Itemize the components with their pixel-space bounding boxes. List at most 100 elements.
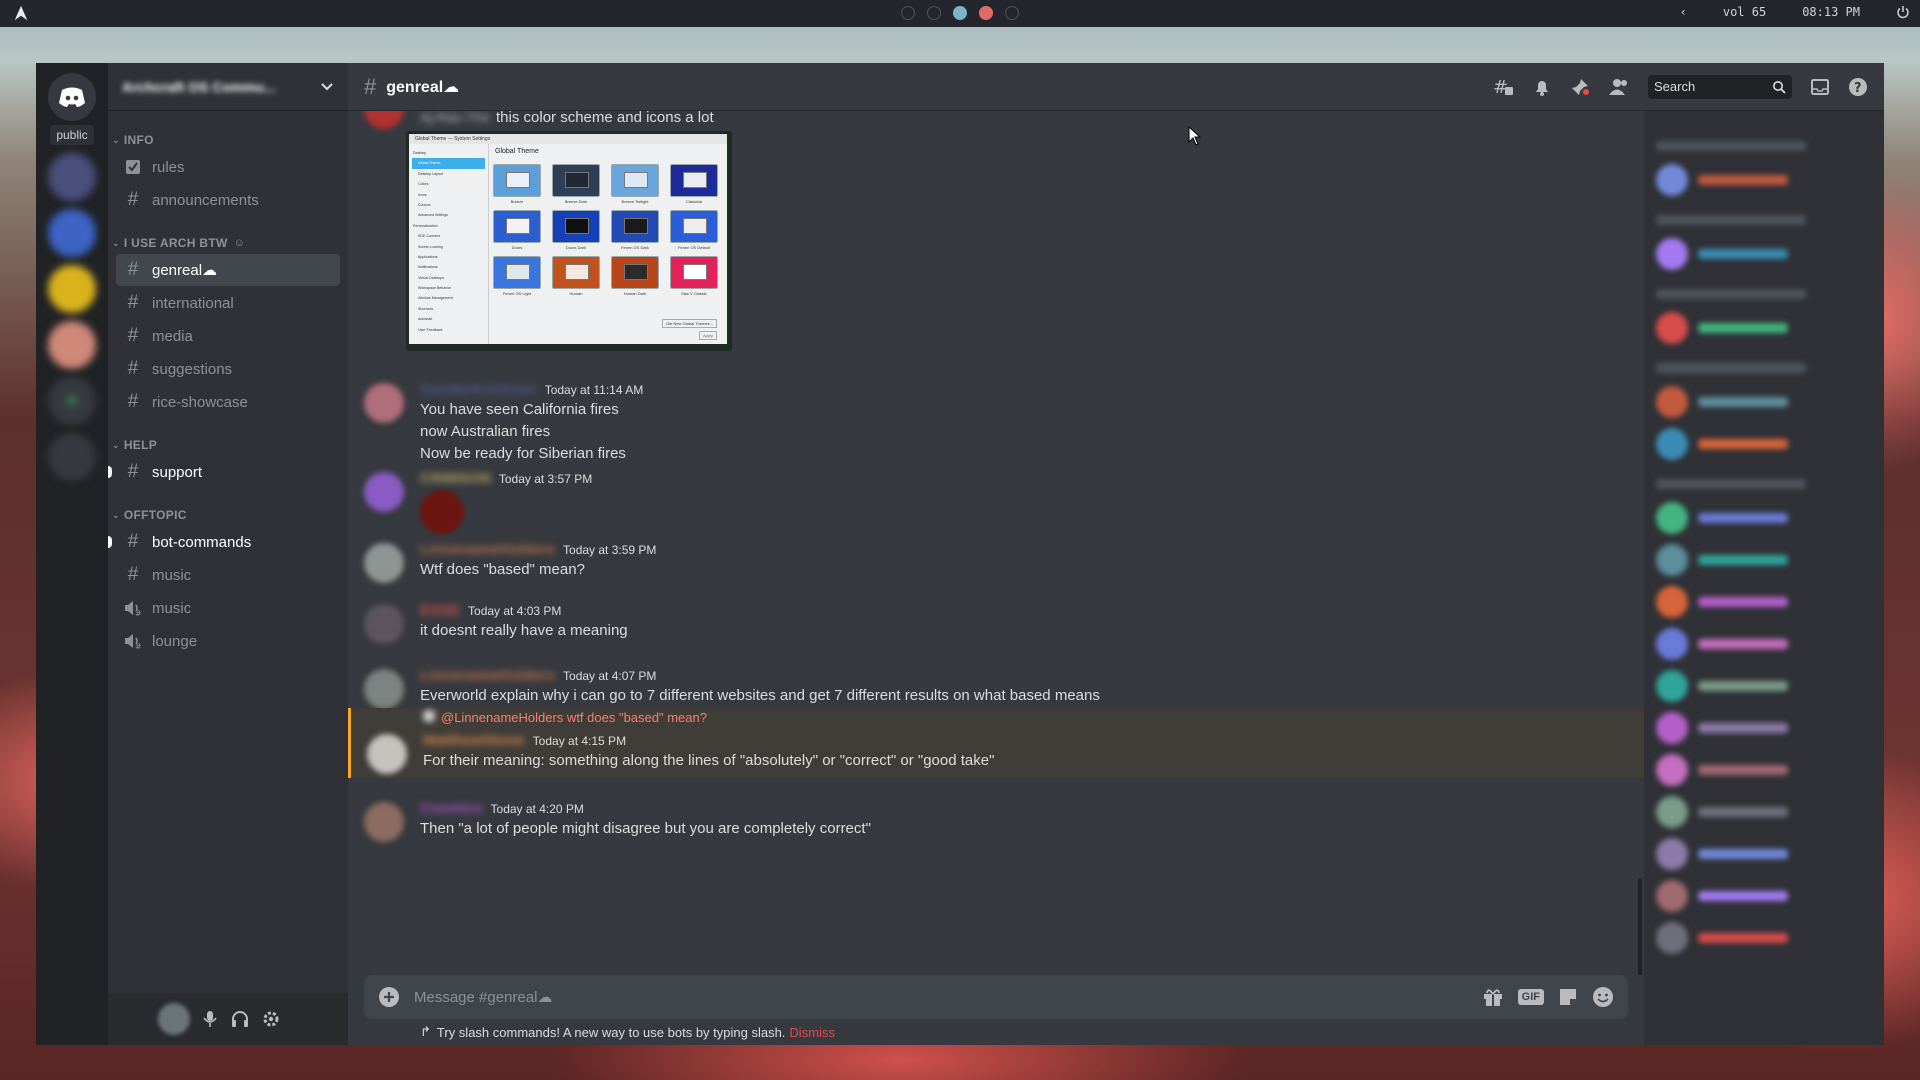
- member-item[interactable]: [1656, 497, 1872, 539]
- avatar[interactable]: [367, 734, 407, 774]
- threads-icon[interactable]: #: [1492, 77, 1514, 97]
- inbox-icon[interactable]: [1810, 78, 1830, 96]
- notification-bell-icon[interactable]: [1532, 77, 1552, 97]
- workspace-5[interactable]: [1005, 6, 1019, 20]
- member-item[interactable]: [1656, 707, 1872, 749]
- channel-item-lounge[interactable]: # lounge: [116, 625, 340, 657]
- channel-category-info[interactable]: ⌄ INFO: [108, 133, 348, 147]
- channel-item-rules[interactable]: rules: [116, 151, 340, 183]
- scrollbar[interactable]: [1638, 878, 1642, 975]
- avatar[interactable]: [364, 111, 404, 129]
- message-author[interactable]: Aj-Rac-Thx: [420, 111, 490, 125]
- avatar[interactable]: [364, 543, 404, 583]
- member-list-icon[interactable]: [1608, 78, 1630, 96]
- message-author[interactable]: ESSE: [420, 602, 460, 619]
- avatar[interactable]: [158, 1003, 190, 1035]
- avatar[interactable]: [364, 802, 404, 842]
- add-attachment-icon[interactable]: [378, 986, 400, 1008]
- member-item[interactable]: [1656, 423, 1872, 465]
- message-author[interactable]: MatthewStone: [423, 732, 525, 749]
- channel-category-i-use-arch-btw[interactable]: ⌄ I USE ARCH BTW ☺: [108, 236, 348, 250]
- help-icon[interactable]: ?: [1848, 77, 1868, 97]
- archcraft-logo-icon[interactable]: [12, 4, 30, 22]
- workspace-2[interactable]: [927, 6, 941, 20]
- add-server-icon[interactable]: +: [48, 377, 96, 425]
- message-author[interactable]: CRIMSON: [420, 470, 491, 487]
- member-item[interactable]: [1656, 833, 1872, 875]
- channel-item-genreal[interactable]: # genreal☁: [116, 254, 340, 286]
- member-item[interactable]: [1656, 233, 1872, 275]
- message-author[interactable]: LinnenameHolders: [420, 541, 555, 558]
- message-author[interactable]: LinnenameHolders: [420, 667, 555, 684]
- member-item[interactable]: [1656, 791, 1872, 833]
- preview-sidebar-item: Global Theme: [412, 158, 485, 169]
- workspace-3[interactable]: [953, 6, 967, 20]
- member-item[interactable]: [1656, 665, 1872, 707]
- theme-tile: [611, 210, 659, 243]
- workspace-4[interactable]: [979, 6, 993, 20]
- gif-button[interactable]: GIF: [1517, 989, 1544, 1005]
- member-item[interactable]: [1656, 307, 1872, 349]
- channel-item-rice-showcase[interactable]: # rice-showcase: [116, 386, 340, 418]
- avatar[interactable]: [364, 383, 404, 423]
- avatar: [1656, 386, 1688, 418]
- channel-item-media[interactable]: # media: [116, 320, 340, 352]
- member-item[interactable]: [1656, 581, 1872, 623]
- channel-name: suggestions: [152, 360, 233, 378]
- theme-tile: [670, 210, 718, 243]
- tip-text: Try slash commands! A new way to use bot…: [436, 1024, 786, 1040]
- settings-gear-icon[interactable]: [262, 1010, 280, 1028]
- workspace-1[interactable]: [901, 6, 915, 20]
- message-author[interactable]: SundarKrishnan: [420, 381, 537, 398]
- image-attachment[interactable]: Global Theme — System Settings Desktop Gl…: [406, 131, 732, 351]
- microphone-icon[interactable]: [202, 1010, 218, 1028]
- server-icon[interactable]: [48, 321, 96, 369]
- category-label: HELP: [123, 438, 158, 452]
- theme-tile: [611, 164, 659, 197]
- server-icon[interactable]: [48, 265, 96, 313]
- channel-item-international[interactable]: # international: [116, 287, 340, 319]
- server-icon[interactable]: [48, 153, 96, 201]
- avatar[interactable]: [364, 669, 404, 709]
- chevron-left-icon[interactable]: ‹: [1680, 5, 1687, 19]
- avatar[interactable]: [364, 604, 404, 644]
- discord-home-icon[interactable]: [48, 73, 96, 121]
- gift-icon[interactable]: [1482, 987, 1504, 1007]
- avatar[interactable]: [364, 472, 404, 512]
- message-author[interactable]: Cosmics: [420, 800, 483, 817]
- message-list[interactable]: Aj-Rac-Thx this color scheme and icons a…: [348, 111, 1644, 975]
- member-item[interactable]: [1656, 875, 1872, 917]
- channel-item-support[interactable]: # support: [108, 456, 340, 488]
- member-name: [1698, 397, 1788, 407]
- theme-label: Fenen OS Dark: [621, 245, 649, 250]
- power-icon[interactable]: [1896, 5, 1910, 19]
- server-icon[interactable]: [48, 209, 96, 257]
- member-item[interactable]: [1656, 917, 1872, 959]
- headphones-icon[interactable]: [230, 1010, 250, 1028]
- preview-sidebar-item: Advanced Settings: [418, 213, 448, 218]
- member-item[interactable]: [1656, 159, 1872, 201]
- channel-item-suggestions[interactable]: # suggestions: [116, 353, 340, 385]
- dismiss-link[interactable]: Dismiss: [789, 1025, 835, 1040]
- emoji-image[interactable]: [420, 490, 464, 534]
- channel-item-bot-commands[interactable]: # bot-commands: [108, 526, 340, 558]
- member-item[interactable]: [1656, 381, 1872, 423]
- search-input[interactable]: Search: [1648, 74, 1792, 99]
- member-item[interactable]: [1656, 749, 1872, 791]
- channel-category-help[interactable]: ⌄ HELP: [108, 438, 348, 452]
- server-header[interactable]: Archcraft OS Commu...: [108, 63, 348, 111]
- explore-servers-icon[interactable]: [48, 433, 96, 481]
- pinned-messages-icon[interactable]: [1570, 77, 1590, 97]
- member-item[interactable]: [1656, 623, 1872, 665]
- channel-item-music[interactable]: # music: [116, 592, 340, 624]
- sticker-icon[interactable]: [1558, 987, 1578, 1007]
- channel-item-announcements[interactable]: # announcements: [116, 184, 340, 216]
- emoji-icon[interactable]: [1592, 986, 1614, 1008]
- reply-preview[interactable]: @LinnenameHolders wtf does "based" mean?: [441, 710, 707, 725]
- message-input[interactable]: Message #genreal☁ GIF: [364, 975, 1628, 1019]
- volume-label[interactable]: vol 65: [1723, 5, 1766, 19]
- channel-category-offtopic[interactable]: ⌄ OFFTOPIC: [108, 508, 348, 522]
- channel-item-music[interactable]: # music: [116, 559, 340, 591]
- theme-tile: [670, 256, 718, 289]
- member-item[interactable]: [1656, 539, 1872, 581]
